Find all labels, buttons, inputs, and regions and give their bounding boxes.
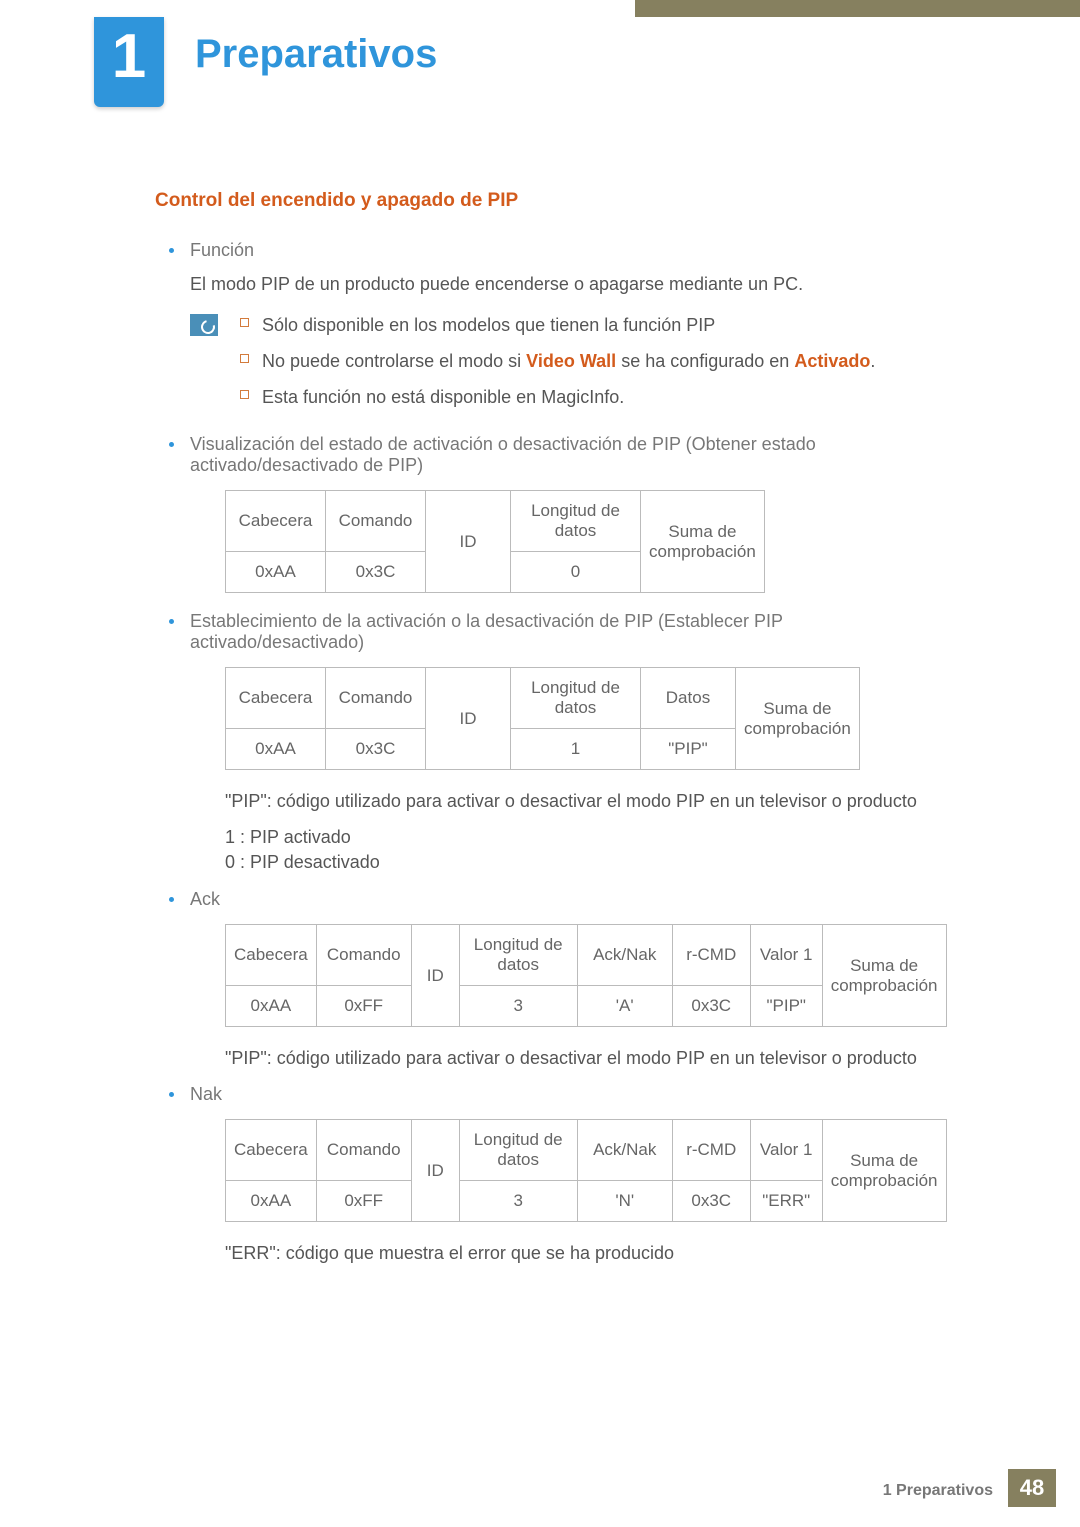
th: r-CMD [672, 1120, 750, 1181]
chapter-title: Preparativos [195, 32, 437, 77]
footer-page-number: 48 [1008, 1469, 1056, 1507]
th: Comando [316, 1120, 411, 1181]
td: 0xAA [226, 986, 317, 1027]
set-note3: 0 : PIP desactivado [225, 852, 950, 873]
note-3: Esta función no está disponible en Magic… [236, 384, 950, 410]
header-accent-bar [635, 0, 1080, 17]
td: 1 [511, 729, 641, 770]
td: 0xFF [316, 986, 411, 1027]
td: 0x3C [326, 729, 426, 770]
vis-table: Cabecera Comando ID Longitud de datos Su… [225, 490, 765, 593]
note-2-a: No puede controlarse el modo si [262, 351, 526, 371]
td-comando: 0x3C [326, 552, 426, 593]
th: Suma de comprobación [736, 668, 860, 770]
item-set: Establecimiento de la activación o la de… [155, 611, 950, 873]
page-content: Control del encendido y apagado de PIP F… [155, 190, 950, 1279]
note-2-c: se ha configurado en [616, 351, 794, 371]
th: Datos [641, 668, 736, 729]
footer-label: 1 Preparativos [883, 1482, 993, 1499]
page-footer: 1 Preparativos 48 [0, 1469, 1080, 1507]
td: "PIP" [641, 729, 736, 770]
note-icon [190, 314, 218, 336]
th: Comando [316, 925, 411, 986]
vis-label: Visualización del estado de activación o… [190, 434, 816, 475]
set-table: Cabecera Comando ID Longitud de datos Da… [225, 667, 860, 770]
note-2-hl1: Video Wall [526, 351, 616, 371]
set-note2: 1 : PIP activado [225, 827, 950, 848]
th: ID [411, 925, 459, 1027]
th: Comando [326, 668, 426, 729]
th-suma: Suma de comprobación [641, 491, 765, 593]
td: 'A' [577, 986, 672, 1027]
th: Longitud de datos [459, 1120, 577, 1181]
th: Cabecera [226, 1120, 317, 1181]
td: 0xAA [226, 1181, 317, 1222]
set-label: Establecimiento de la activación o la de… [190, 611, 783, 652]
td: 0x3C [672, 1181, 750, 1222]
nak-table: Cabecera Comando ID Longitud de datos Ac… [225, 1119, 947, 1222]
funcion-desc: El modo PIP de un producto puede encende… [190, 271, 950, 298]
td: 'N' [577, 1181, 672, 1222]
th: Valor 1 [750, 1120, 822, 1181]
th: Ack/Nak [577, 1120, 672, 1181]
set-note1: "PIP": código utilizado para activar o d… [225, 788, 950, 815]
note-1: Sólo disponible en los modelos que tiene… [236, 312, 950, 338]
td: 0xFF [316, 1181, 411, 1222]
ack-table: Cabecera Comando ID Longitud de datos Ac… [225, 924, 947, 1027]
th: Suma de comprobación [822, 925, 946, 1027]
th: Suma de comprobación [822, 1120, 946, 1222]
td: 0xAA [226, 729, 326, 770]
ack-label: Ack [190, 889, 220, 909]
th: Cabecera [226, 925, 317, 986]
section-heading: Control del encendido y apagado de PIP [155, 190, 950, 212]
td-longitud: 0 [511, 552, 641, 593]
note-2-hl2: Activado [794, 351, 870, 371]
th: Cabecera [226, 668, 326, 729]
note-block: Sólo disponible en los modelos que tiene… [155, 312, 950, 420]
th-comando: Comando [326, 491, 426, 552]
ack-note: "PIP": código utilizado para activar o d… [225, 1045, 950, 1072]
td: 3 [459, 1181, 577, 1222]
th: Longitud de datos [459, 925, 577, 986]
nak-note: "ERR": código que muestra el error que s… [225, 1240, 950, 1267]
th-id: ID [426, 491, 511, 593]
th: r-CMD [672, 925, 750, 986]
item-vis: Visualización del estado de activación o… [155, 434, 950, 593]
th: ID [411, 1120, 459, 1222]
th: ID [426, 668, 511, 770]
th: Ack/Nak [577, 925, 672, 986]
item-nak: Nak Cabecera Comando ID Longitud de dato… [155, 1084, 950, 1267]
td: 3 [459, 986, 577, 1027]
td: 0x3C [672, 986, 750, 1027]
th-cabecera: Cabecera [226, 491, 326, 552]
funcion-label: Función [190, 240, 254, 260]
note-2: No puede controlarse el modo si Video Wa… [236, 348, 950, 374]
note-2-e: . [870, 351, 875, 371]
th: Valor 1 [750, 925, 822, 986]
item-ack: Ack Cabecera Comando ID Longitud de dato… [155, 889, 950, 1072]
td-cabecera: 0xAA [226, 552, 326, 593]
th-longitud: Longitud de datos [511, 491, 641, 552]
chapter-number-badge: 1 [94, 17, 164, 107]
td: "ERR" [750, 1181, 822, 1222]
item-funcion: Función El modo PIP de un producto puede… [155, 240, 950, 298]
th: Longitud de datos [511, 668, 641, 729]
td: "PIP" [750, 986, 822, 1027]
nak-label: Nak [190, 1084, 222, 1104]
